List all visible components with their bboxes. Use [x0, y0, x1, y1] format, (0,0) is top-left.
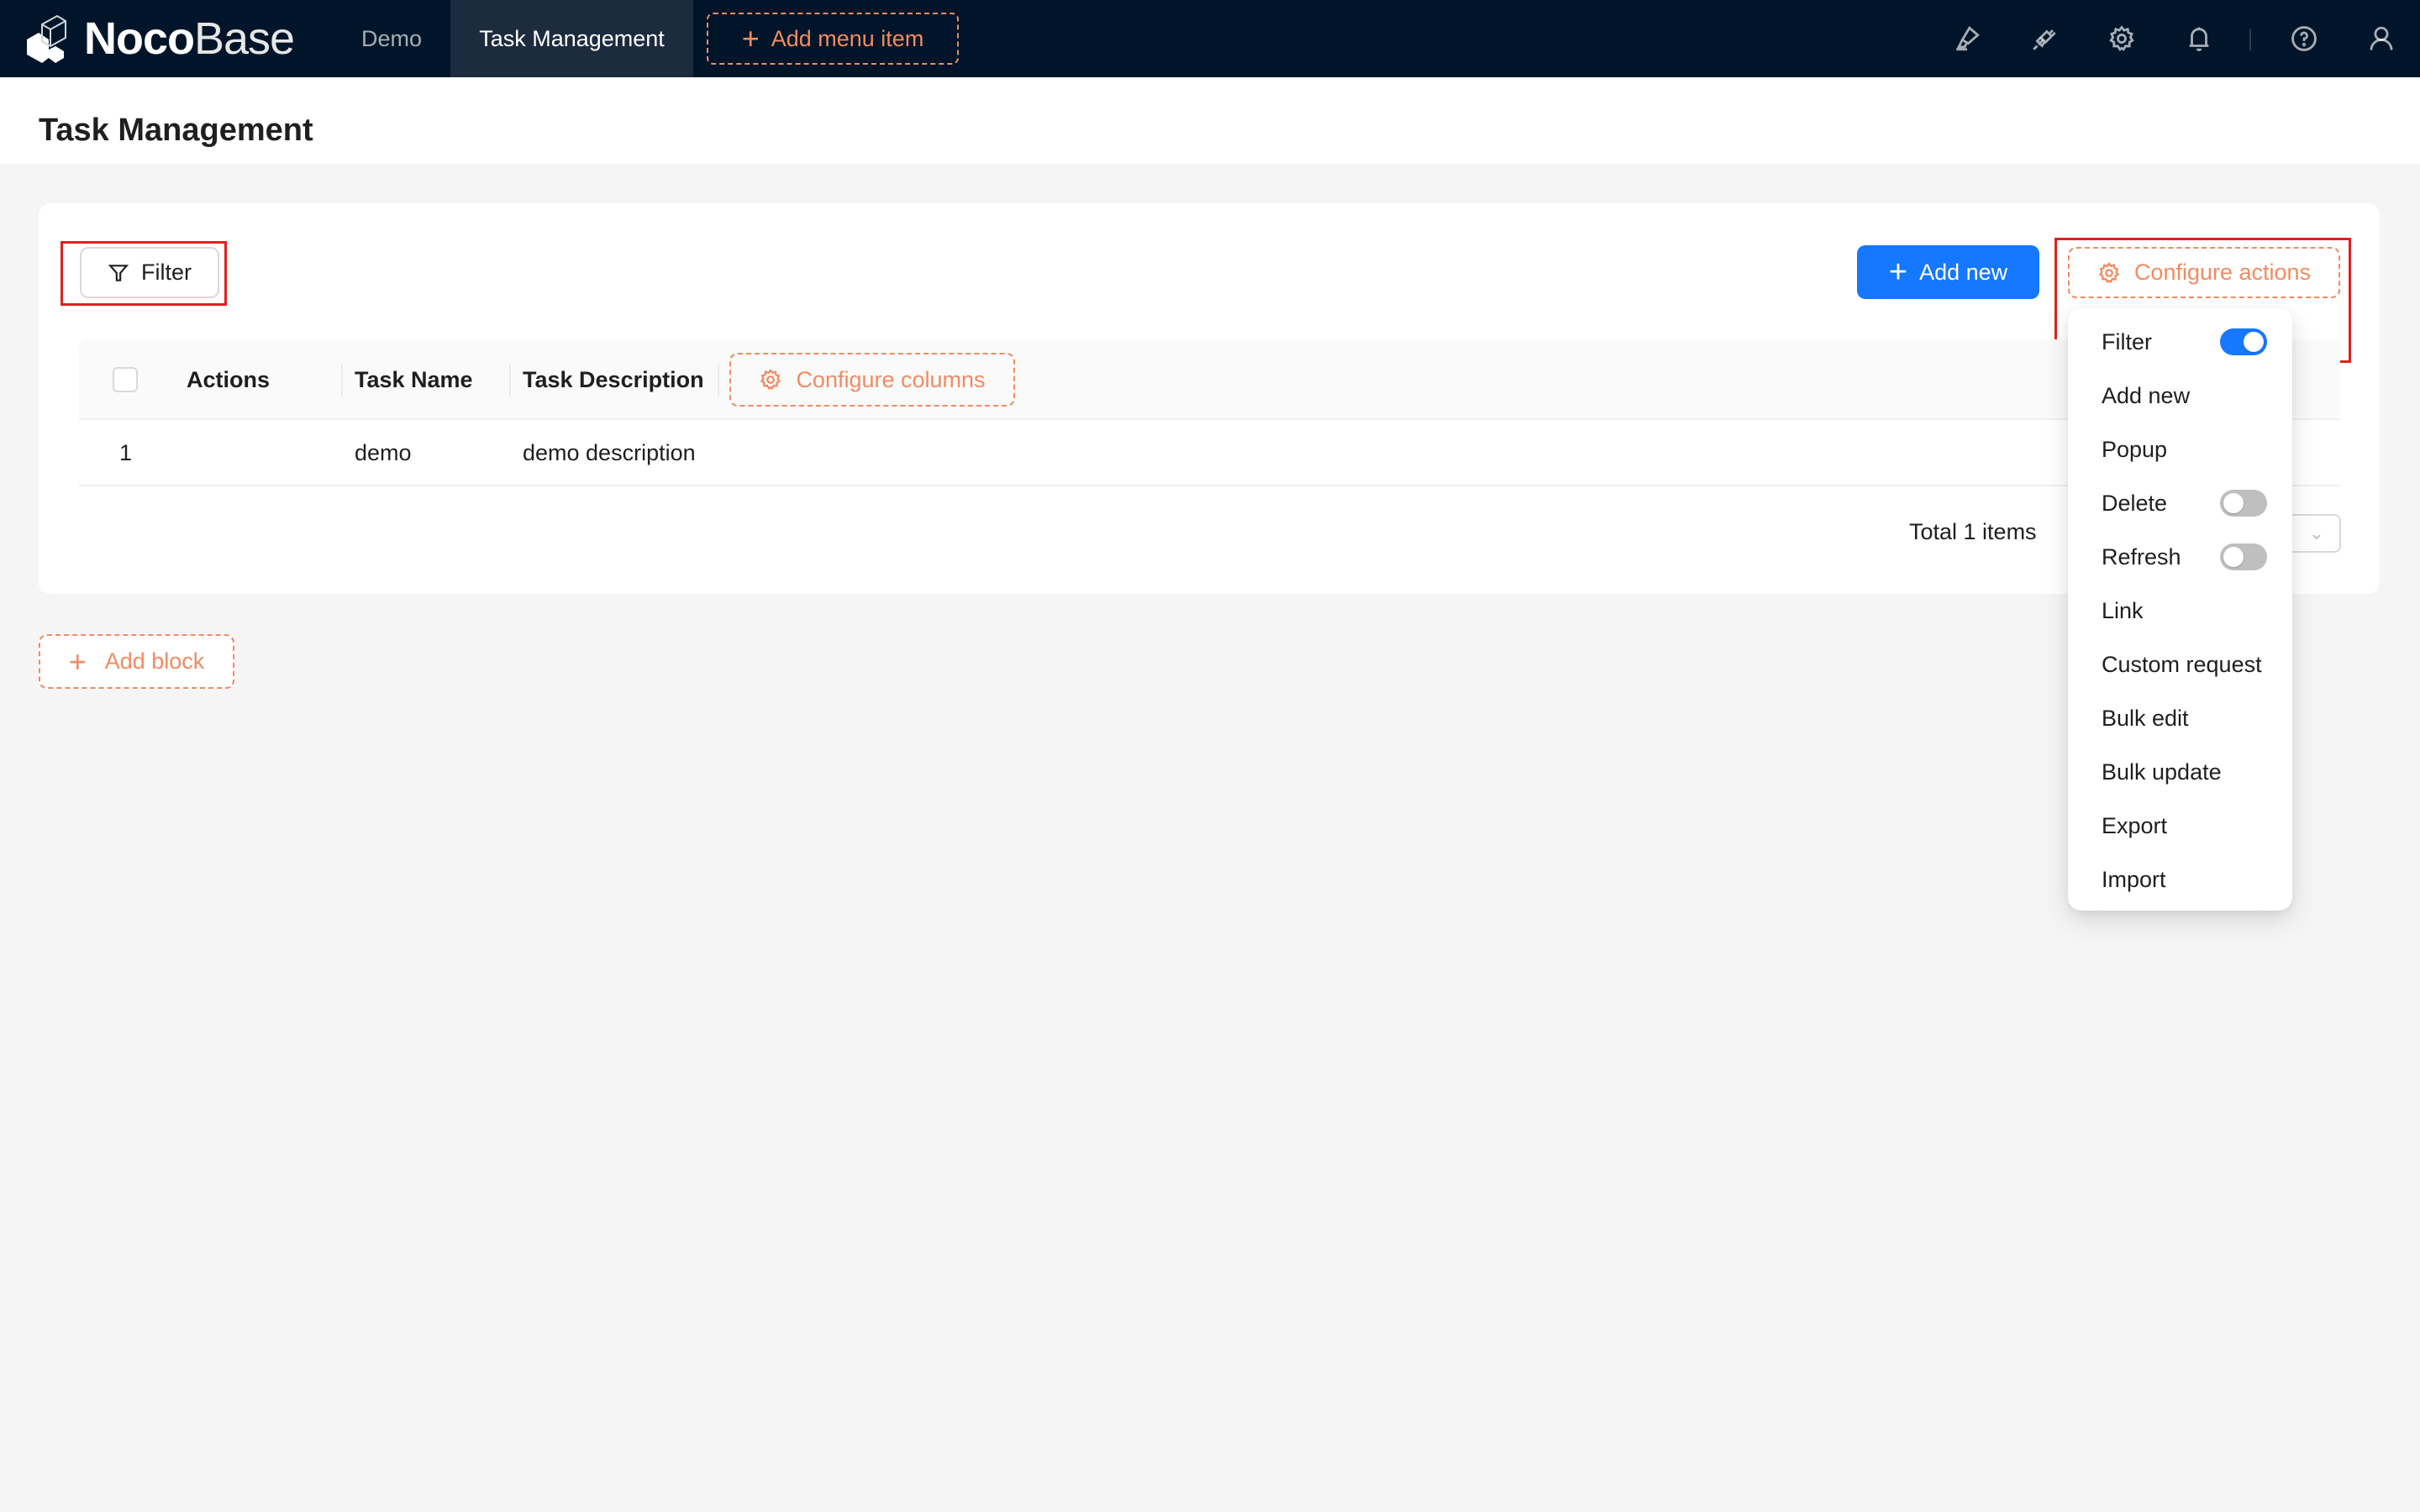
plus-icon: +	[68, 643, 87, 679]
nocobase-logo[interactable]: NocoBase	[24, 12, 295, 66]
add-new-button[interactable]: + Add new	[1857, 245, 2039, 299]
ui-editor-icon[interactable]	[1950, 22, 1984, 55]
configure-columns-button[interactable]: Configure columns	[729, 353, 1015, 407]
menu-item-delete[interactable]: Delete	[2068, 476, 2292, 530]
filter-button-label: Filter	[141, 260, 192, 285]
select-all-checkbox[interactable]	[113, 367, 138, 392]
menu-item-label: Refresh	[2102, 543, 2181, 570]
chevron-down-icon: ⌄	[2308, 522, 2324, 543]
header-divider	[2249, 29, 2251, 50]
menu-item-label: Link	[2102, 597, 2144, 623]
menu-item-label: Import	[2102, 866, 2166, 892]
nav-item-demo[interactable]: Demo	[336, 0, 447, 77]
cell-task-name: demo	[355, 439, 412, 465]
column-resize-handle[interactable]	[341, 365, 343, 396]
logo-mark-icon	[27, 14, 66, 63]
menu-item-label: Export	[2102, 812, 2168, 838]
plugin-icon[interactable]	[2028, 22, 2061, 55]
menu-item-label: Custom request	[2102, 651, 2262, 677]
logo-text-bold: Noco	[84, 13, 195, 64]
menu-item-add-new[interactable]: Add new	[2068, 369, 2292, 423]
filter-toggle[interactable]	[2220, 328, 2267, 355]
add-menu-item-label: Add menu item	[771, 25, 924, 51]
menu-item-export[interactable]: Export	[2068, 799, 2292, 853]
notification-bell-icon[interactable]	[2182, 22, 2216, 55]
filter-button[interactable]: Filter	[80, 247, 219, 298]
gear-icon	[760, 369, 781, 391]
menu-item-popup[interactable]: Popup	[2068, 423, 2292, 476]
menu-item-refresh[interactable]: Refresh	[2068, 530, 2292, 584]
configure-actions-button[interactable]: Configure actions	[2068, 247, 2340, 298]
page-header: Task Management	[0, 77, 2420, 164]
pagination-total: Total 1 items	[1909, 519, 2037, 544]
column-header-task-name[interactable]: Task Name	[355, 339, 473, 420]
settings-icon[interactable]	[2105, 22, 2139, 55]
plus-icon: +	[1888, 255, 1908, 290]
column-resize-handle[interactable]	[509, 365, 511, 396]
menu-item-label: Delete	[2102, 490, 2168, 516]
menu-item-label: Bulk update	[2102, 759, 2222, 785]
menu-item-label: Filter	[2102, 328, 2152, 354]
delete-toggle[interactable]	[2220, 490, 2267, 517]
menu-item-import[interactable]: Import	[2068, 853, 2292, 906]
menu-item-link[interactable]: Link	[2068, 584, 2292, 638]
configure-actions-menu: Filter Add new Popup Delete Refresh Link…	[2068, 308, 2292, 911]
menu-item-custom-request[interactable]: Custom request	[2068, 638, 2292, 691]
add-block-button[interactable]: + Add block	[39, 634, 234, 689]
gear-icon	[2098, 261, 2120, 283]
table-block: Filter + Add new Configure actions Actio…	[39, 203, 2380, 594]
menu-item-label: Popup	[2102, 436, 2168, 462]
plus-icon: +	[741, 21, 760, 55]
table-header: Actions Task Name Task Description Confi…	[79, 339, 2340, 420]
filter-icon	[108, 264, 129, 281]
add-menu-item-button[interactable]: + Add menu item	[707, 13, 959, 65]
menu-item-filter[interactable]: Filter	[2068, 315, 2292, 369]
cell-task-description: demo description	[523, 439, 696, 465]
menu-item-bulk-edit[interactable]: Bulk edit	[2068, 691, 2292, 745]
nav-item-task-management[interactable]: Task Management	[450, 0, 693, 77]
add-block-label: Add block	[104, 648, 205, 674]
configure-columns-label: Configure columns	[796, 366, 986, 392]
column-header-actions[interactable]: Actions	[187, 339, 270, 420]
table-row[interactable]: 1 demo demo description	[79, 421, 2340, 486]
configure-actions-label: Configure actions	[2133, 260, 2312, 285]
add-new-label: Add new	[1919, 259, 2008, 285]
refresh-toggle[interactable]	[2220, 543, 2267, 570]
logo-text: NocoBase	[84, 13, 295, 65]
column-resize-handle[interactable]	[718, 365, 719, 396]
logo-text-light: Base	[194, 13, 295, 64]
user-icon[interactable]	[2365, 22, 2398, 55]
menu-item-label: Bulk edit	[2102, 705, 2189, 731]
page-title: Task Management	[39, 113, 313, 148]
menu-item-label: Add new	[2102, 382, 2191, 408]
help-icon[interactable]	[2287, 22, 2321, 55]
menu-item-bulk-update[interactable]: Bulk update	[2068, 745, 2292, 799]
top-navbar: NocoBase Demo Task Management + Add menu…	[0, 0, 2420, 77]
row-index: 1	[119, 439, 133, 465]
column-header-task-description[interactable]: Task Description	[523, 339, 704, 420]
